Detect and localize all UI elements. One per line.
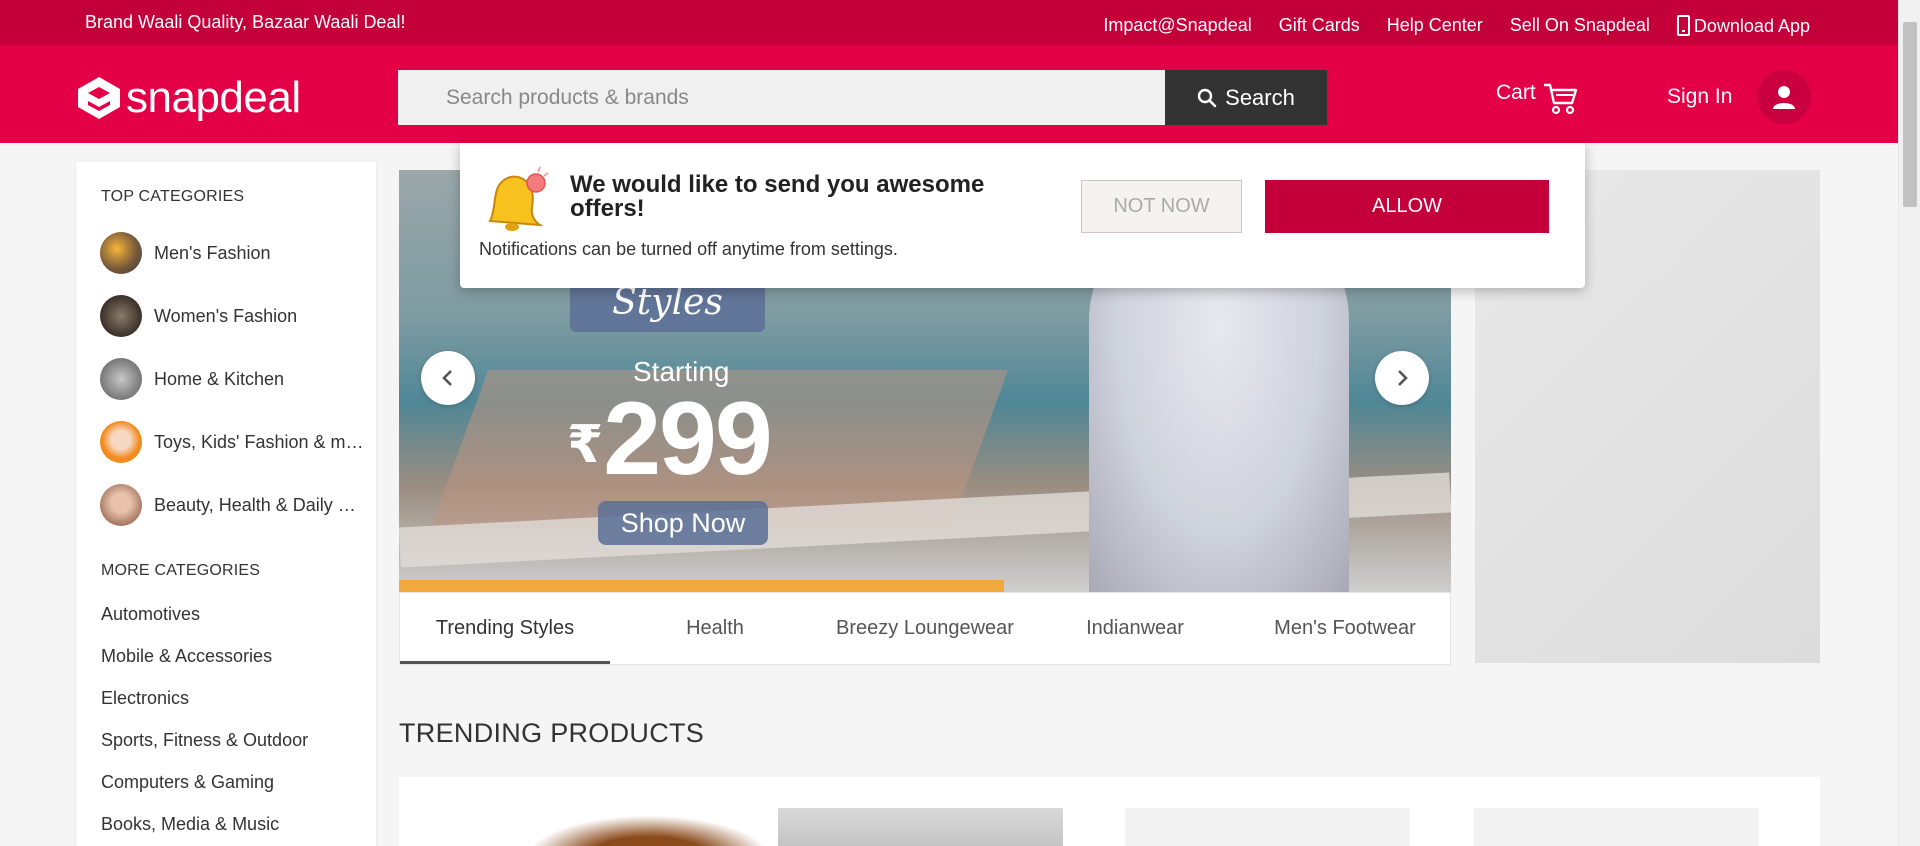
cart-icon <box>1543 83 1577 115</box>
tab-health[interactable]: Health <box>610 593 820 664</box>
banner-prev-button[interactable] <box>421 351 475 405</box>
top-links: Impact@Snapdeal Gift Cards Help Center S… <box>1103 15 1810 37</box>
tab-mens-footwear[interactable]: Men's Footwear <box>1240 593 1450 664</box>
allow-button[interactable]: ALLOW <box>1265 180 1549 233</box>
chevron-left-icon <box>442 370 452 386</box>
sidebar-link-automotives[interactable]: Automotives <box>101 604 200 625</box>
more-categories-heading: MORE CATEGORIES <box>101 562 261 579</box>
sidebar-item-mens-fashion[interactable]: Men's Fashion <box>100 232 366 274</box>
sidebar-item-womens-fashion[interactable]: Women's Fashion <box>100 295 366 337</box>
tagline: Brand Waali Quality, Bazaar Waali Deal! <box>85 12 406 32</box>
trending-products-heading: TRENDING PRODUCTS <box>399 718 705 748</box>
impact-link[interactable]: Impact@Snapdeal <box>1103 15 1251 37</box>
banner-tabs: Trending Styles Health Breezy Loungewear… <box>399 592 1451 665</box>
search-input[interactable] <box>398 70 1165 125</box>
snapdeal-logo-icon <box>78 77 120 119</box>
product-card-image[interactable] <box>506 808 791 846</box>
sidebar-item-beauty-health[interactable]: Beauty, Health & Daily Needs <box>100 484 366 526</box>
top-categories-heading: TOP CATEGORIES <box>101 188 245 205</box>
toys-kids-thumb <box>100 421 142 463</box>
download-app-link[interactable]: Download App <box>1676 15 1810 37</box>
banner-price: ₹299 <box>567 380 773 499</box>
sidebar-link-computers-gaming[interactable]: Computers & Gaming <box>101 772 274 793</box>
gift-cards-link[interactable]: Gift Cards <box>1279 15 1360 37</box>
search-bar: Search <box>398 70 1328 125</box>
beauty-health-thumb <box>100 484 142 526</box>
tab-indianwear[interactable]: Indianwear <box>1030 593 1240 664</box>
not-now-button[interactable]: NOT NOW <box>1081 180 1242 233</box>
user-avatar-button[interactable] <box>1757 70 1811 124</box>
product-card-image[interactable] <box>1474 808 1759 846</box>
search-button-label: Search <box>1225 84 1295 110</box>
cart-button[interactable]: Cart <box>1496 81 1578 115</box>
sidebar-item-toys-kids[interactable]: Toys, Kids' Fashion & more <box>100 421 366 463</box>
phone-icon <box>1676 15 1690 36</box>
banner-next-button[interactable] <box>1375 351 1429 405</box>
notification-permission-popup: We would like to send you awesome offers… <box>460 143 1585 288</box>
sidebar-link-mobile-accessories[interactable]: Mobile & Accessories <box>101 646 272 667</box>
page-scrollbar[interactable] <box>1898 0 1920 846</box>
banner-shop-now-button[interactable]: Shop Now <box>598 501 768 545</box>
sidebar-item-label: Men's Fashion <box>154 242 271 263</box>
tab-trending-styles[interactable]: Trending Styles <box>400 593 610 664</box>
banner-price-value: 299 <box>603 381 773 497</box>
sidebar-item-home-kitchen[interactable]: Home & Kitchen <box>100 358 366 400</box>
notification-title: We would like to send you awesome offers… <box>570 171 985 222</box>
user-icon <box>1773 86 1795 109</box>
top-strip: Brand Waali Quality, Bazaar Waali Deal! … <box>0 0 1898 45</box>
search-icon <box>1197 88 1217 107</box>
rupee-symbol: ₹ <box>567 416 603 474</box>
bell-icon <box>488 166 549 231</box>
sidebar-link-books-media[interactable]: Books, Media & Music <box>101 814 279 835</box>
help-center-link[interactable]: Help Center <box>1387 15 1483 37</box>
chevron-right-icon <box>1398 370 1408 386</box>
category-sidebar: TOP CATEGORIES Men's Fashion Women's Fas… <box>76 162 376 846</box>
search-button[interactable]: Search <box>1165 70 1327 125</box>
scrollbar-thumb[interactable] <box>1903 22 1917 207</box>
sidebar-item-label: Beauty, Health & Daily Needs <box>154 494 366 515</box>
main-header: snapdeal Search Cart Sign In <box>0 45 1898 143</box>
sidebar-item-label: Toys, Kids' Fashion & more <box>154 431 366 452</box>
cart-label: Cart <box>1496 81 1536 104</box>
product-card-image[interactable] <box>778 808 1063 846</box>
sign-in-link[interactable]: Sign In <box>1667 85 1732 109</box>
sell-on-snapdeal-link[interactable]: Sell On Snapdeal <box>1510 15 1650 37</box>
snapdeal-logo[interactable]: snapdeal <box>76 73 301 123</box>
sidebar-item-label: Women's Fashion <box>154 305 298 326</box>
logo-text: snapdeal <box>126 73 301 122</box>
sidebar-link-sports-fitness[interactable]: Sports, Fitness & Outdoor <box>101 730 308 751</box>
product-card-image[interactable] <box>1125 808 1410 846</box>
banner-stripe <box>399 580 1004 592</box>
sidebar-item-label: Home & Kitchen <box>154 368 285 389</box>
womens-fashion-thumb <box>100 295 142 337</box>
home-kitchen-thumb <box>100 358 142 400</box>
sidebar-link-electronics[interactable]: Electronics <box>101 688 189 709</box>
tab-breezy-loungewear[interactable]: Breezy Loungewear <box>820 593 1030 664</box>
mens-fashion-thumb <box>100 232 142 274</box>
download-app-label: Download App <box>1693 16 1810 36</box>
notification-subtitle: Notifications can be turned off anytime … <box>479 239 898 259</box>
